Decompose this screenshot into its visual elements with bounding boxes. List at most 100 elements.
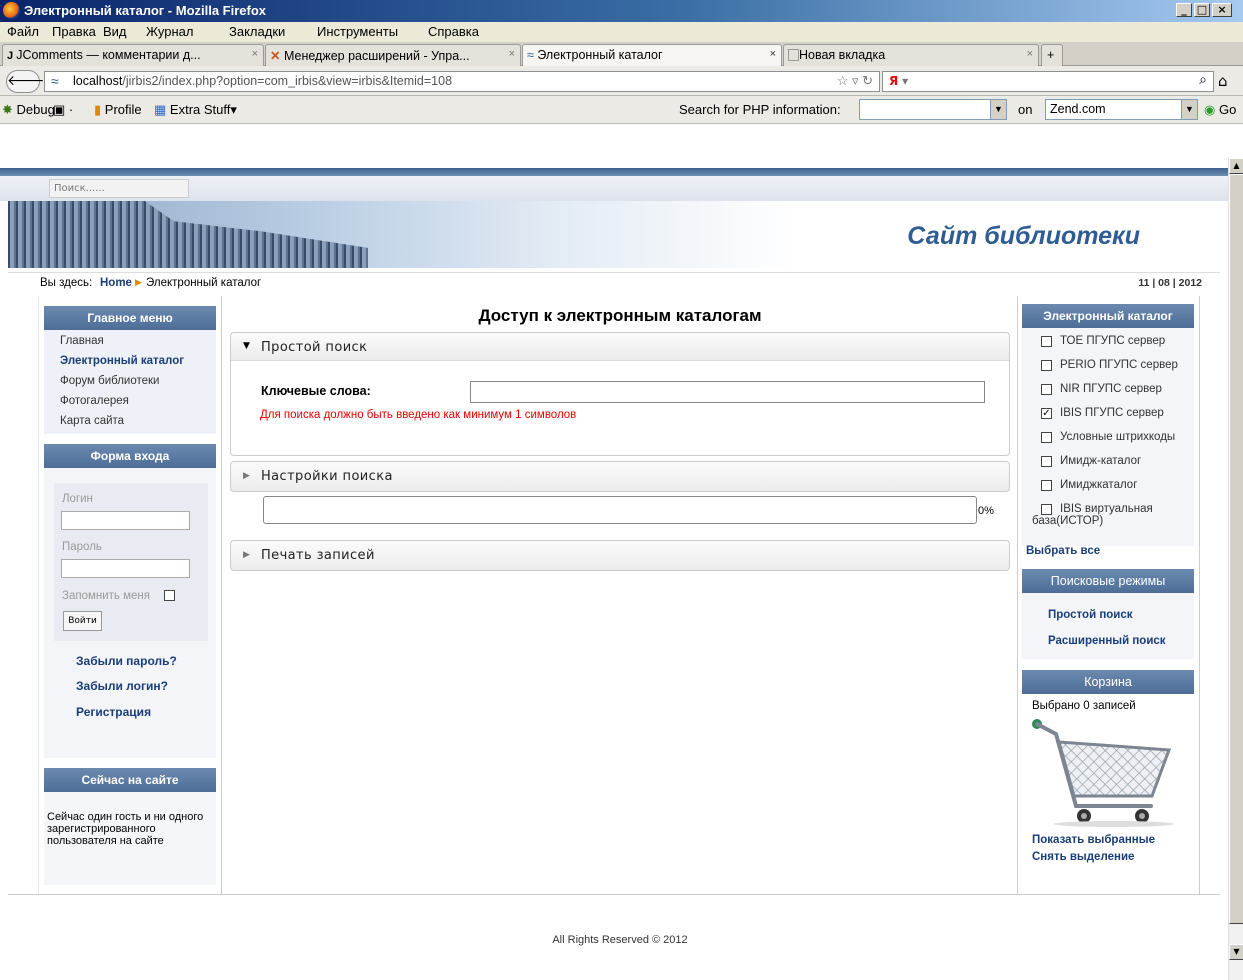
catalog-checkbox[interactable]: ✓ [1041, 408, 1052, 419]
debug-button[interactable]: ✸ Debug [2, 102, 55, 118]
mode-advanced-search[interactable]: Расширенный поиск [1048, 635, 1166, 647]
go-button[interactable]: ◉ Go [1204, 102, 1236, 118]
remember-me-label: Запомнить меня [62, 590, 150, 602]
simple-search-label[interactable]: Простой поиск [261, 340, 367, 355]
scroll-down-button[interactable]: ▼ [1229, 944, 1243, 960]
web-page: Поиск...... Сайт библиотеки Вы здесь: Ho… [0, 124, 1228, 980]
vertical-scrollbar[interactable]: ▲ ▼ [1228, 158, 1243, 980]
firefox-logo-icon [3, 2, 20, 19]
menu-file[interactable]: Файл [7, 24, 39, 39]
extra-stuff-label: Extra Stuff [169, 102, 231, 117]
site-icon: ≈ [527, 48, 534, 62]
scroll-up-button[interactable]: ▲ [1229, 158, 1243, 174]
catalog-checkbox[interactable] [1041, 432, 1052, 443]
mode-simple-search[interactable]: Простой поиск [1048, 609, 1133, 621]
menu-bookmarks[interactable]: Закладки [229, 24, 285, 39]
reload-icon[interactable]: ☆ ▿ ↻ [837, 73, 873, 89]
catalog-checkbox[interactable] [1041, 456, 1052, 467]
debug-label: Debug [16, 102, 55, 117]
home-icon[interactable]: ⌂ [1218, 72, 1228, 90]
search-modes-title: Поисковые режимы [1022, 569, 1194, 593]
url-bar[interactable]: ≈ localhost/jirbis2/index.php?option=com… [44, 71, 880, 92]
dropdown-arrow-icon[interactable]: ▼ [1181, 100, 1197, 119]
php-search-input[interactable]: ▼ [859, 99, 1007, 120]
back-button[interactable]: 🡐 [6, 70, 45, 93]
tab-electronic-catalog[interactable]: ≈ Электронный каталог × [522, 44, 782, 67]
search-bar[interactable]: Я ▾ ⌕ [882, 71, 1214, 92]
menu-item-catalog[interactable]: Электронный каталог [60, 355, 184, 367]
monitor-icon[interactable]: ▣ · [53, 102, 73, 118]
tab-bar: J JComments — комментарии д... × ✕ Менедж… [0, 42, 1243, 67]
tab-new-tab[interactable]: Новая вкладка × [783, 44, 1039, 66]
clear-selection-link[interactable]: Снять выделение [1032, 851, 1134, 863]
password-label: Пароль [62, 541, 102, 553]
tab-jcomments[interactable]: J JComments — комментарии д... × [2, 44, 264, 66]
online-text: Сейчас один гость и ни одного зарегистри… [47, 811, 204, 847]
cart-count: Выбрано 0 записей [1032, 700, 1136, 712]
site-search-input[interactable]: Поиск...... [49, 179, 189, 198]
keywords-input[interactable] [470, 381, 985, 403]
catalog-label: IBIS ПГУПС сервер [1060, 407, 1164, 419]
forgot-login-link[interactable]: Забыли логин? [76, 679, 168, 693]
catalog-label: Условные штрихкоды [1060, 431, 1176, 443]
menu-item-forum[interactable]: Форум библиотеки [60, 375, 159, 387]
close-button[interactable]: × [1212, 3, 1232, 17]
catalog-checkbox[interactable] [1041, 360, 1052, 371]
password-input[interactable] [61, 559, 190, 578]
catalog-label: IBIS виртуальная база(ИСТОР) [1032, 503, 1153, 527]
chevron-right-icon: ▶ [243, 550, 250, 560]
catalog-checkbox[interactable] [1041, 384, 1052, 395]
catalog-checkbox[interactable] [1041, 336, 1052, 347]
profile-button[interactable]: ▮ Profile [94, 102, 142, 118]
menu-item-sitemap[interactable]: Карта сайта [60, 415, 124, 427]
page-heading: Доступ к электронным каталогам [478, 306, 762, 325]
search-settings-panel[interactable]: ▶ Настройки поиска [230, 461, 1010, 492]
menu-edit[interactable]: Правка [52, 24, 96, 39]
catalog-title: Электронный каталог [1022, 304, 1194, 328]
login-input[interactable] [61, 511, 190, 530]
close-tab-icon[interactable]: × [770, 48, 776, 60]
date-display: 11 | 08 | 2012 [1138, 277, 1202, 289]
go-icon: ◉ [1204, 102, 1216, 117]
calendar-icon: ▦ [154, 102, 167, 117]
magnifier-icon[interactable]: ⌕ [1199, 72, 1207, 88]
maximize-button[interactable]: □ [1194, 3, 1210, 17]
chart-icon: ▮ [94, 102, 102, 117]
register-link[interactable]: Регистрация [76, 705, 151, 719]
keywords-label: Ключевые слова: [261, 384, 371, 398]
shopping-cart-icon [1026, 716, 1186, 831]
menu-view[interactable]: Вид [103, 24, 127, 39]
site-select[interactable]: Zend.com ▼ [1045, 99, 1198, 120]
blank-page-icon [788, 49, 799, 61]
footer-divider [8, 894, 1220, 895]
catalog-checkbox[interactable] [1041, 480, 1052, 491]
extra-stuff-button[interactable]: ▦ Extra Stuff▾ [154, 102, 237, 118]
close-tab-icon[interactable]: × [252, 48, 258, 60]
joomla-icon: J [7, 50, 17, 62]
menu-item-home[interactable]: Главная [60, 335, 104, 347]
minimize-button[interactable]: _ [1176, 3, 1192, 17]
dropdown-arrow-icon[interactable]: ▼ [990, 100, 1006, 119]
php-search-label: Search for PHP information: [679, 102, 841, 117]
extensions-icon: ✕ [270, 49, 281, 63]
tab-extension-manager[interactable]: ✕ Менеджер расширений - Упра... × [265, 44, 521, 66]
remember-me-checkbox[interactable] [164, 590, 175, 601]
close-tab-icon[interactable]: × [1027, 48, 1033, 60]
main-menu-title: Главное меню [44, 306, 216, 330]
forgot-password-link[interactable]: Забыли пароль? [76, 654, 177, 668]
menu-help[interactable]: Справка [428, 24, 479, 39]
login-button[interactable]: Войти [63, 611, 102, 631]
breadcrumb-home[interactable]: Home [100, 277, 132, 289]
menu-tools[interactable]: Инструменты [317, 24, 398, 39]
close-tab-icon[interactable]: × [509, 48, 515, 60]
catalog-label: ТОЕ ПГУПС сервер [1060, 335, 1166, 347]
select-all-link[interactable]: Выбрать все [1026, 545, 1100, 557]
search-settings-label: Настройки поиска [261, 469, 393, 484]
menu-item-gallery[interactable]: Фотогалерея [60, 395, 129, 407]
new-tab-button[interactable]: + [1041, 44, 1063, 66]
scroll-thumb[interactable] [1229, 174, 1243, 924]
print-records-panel[interactable]: ▶ Печать записей [230, 540, 1010, 571]
header-stripe [0, 168, 1228, 176]
menu-history[interactable]: Журнал [146, 24, 193, 39]
show-selected-link[interactable]: Показать выбранные [1032, 834, 1155, 846]
